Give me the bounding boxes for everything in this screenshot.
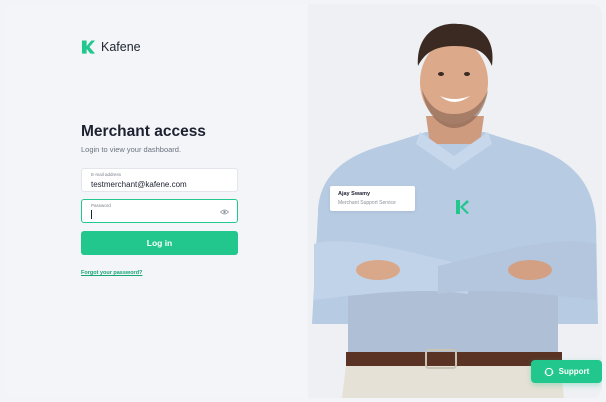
support-button[interactable]: Support: [531, 360, 602, 383]
agent-badge: Ajay Swamy Merchant Support Service: [330, 186, 415, 211]
brand-name: Kafene: [101, 40, 141, 54]
kafene-logo-icon: [81, 40, 96, 54]
chat-support-icon: [544, 367, 553, 376]
support-label: Support: [558, 367, 590, 376]
agent-role: Merchant Support Service: [338, 200, 396, 206]
login-button[interactable]: Log in: [81, 231, 238, 255]
text-cursor: [91, 210, 92, 219]
page-frame: Kafene Merchant access Login to view you…: [4, 4, 602, 398]
forgot-password-link[interactable]: Forgot your password?: [81, 270, 142, 276]
eye-icon[interactable]: [220, 209, 229, 215]
page-subtitle: Login to view your dashboard.: [81, 145, 182, 154]
page-title: Merchant access: [81, 123, 206, 140]
password-label: Password: [91, 203, 111, 208]
password-field[interactable]: Password: [81, 199, 238, 223]
brand-logo[interactable]: Kafene: [81, 39, 141, 55]
agent-name: Ajay Swamy: [338, 191, 371, 197]
email-label: E-mail address: [91, 172, 122, 177]
email-input[interactable]: testmerchant@kafene.com: [91, 180, 187, 189]
email-field[interactable]: E-mail address testmerchant@kafene.com: [81, 168, 238, 192]
